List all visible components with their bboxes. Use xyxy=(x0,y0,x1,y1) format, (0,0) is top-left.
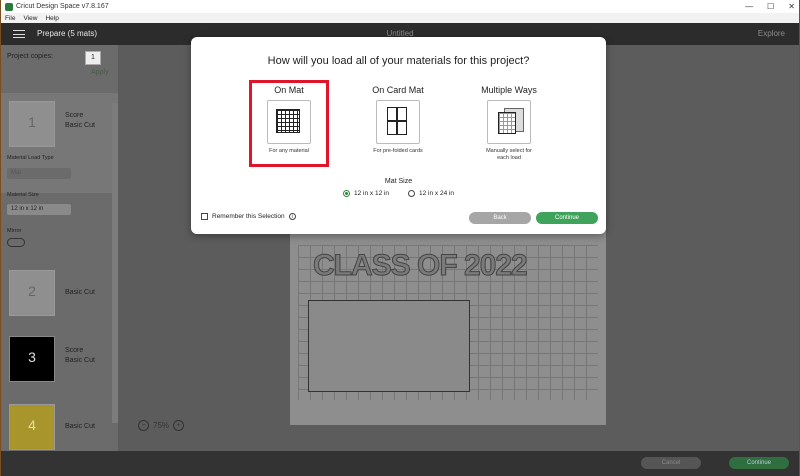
title-bar: Cricut Design Space v7.8.167 — ☐ ✕ xyxy=(1,0,799,13)
option-multiple-ways[interactable]: Multiple Ways Manually select for each l… xyxy=(459,85,559,162)
option-on-card-mat[interactable]: On Card Mat For pre-folded cards xyxy=(348,85,448,155)
card-mat-icon xyxy=(376,100,420,144)
mat-number: 1 xyxy=(28,114,36,130)
menu-bar: File View Help xyxy=(1,13,799,23)
checkbox-icon[interactable] xyxy=(201,213,208,220)
mat-thumbnail: 2 xyxy=(9,270,55,316)
menu-help[interactable]: Help xyxy=(45,15,58,22)
radio-12x12[interactable]: 12 in x 12 in xyxy=(343,190,389,197)
mirror-toggle[interactable] xyxy=(7,238,25,247)
window-title: Cricut Design Space v7.8.167 xyxy=(16,3,109,10)
material-size-label: Material Size xyxy=(7,192,39,198)
cricut-app-icon xyxy=(5,2,13,11)
radio-selected-icon xyxy=(343,190,350,197)
sidebar: Project copies: 1 Apply 1 Score Basic Cut… xyxy=(1,45,118,476)
remember-selection[interactable]: Remember this Selection i xyxy=(201,213,296,220)
mat-label: Basic Cut xyxy=(65,423,95,430)
back-button[interactable]: Back xyxy=(469,212,531,224)
load-materials-dialog: How will you load all of your materials … xyxy=(191,37,606,234)
project-copies-label: Project copies: xyxy=(7,53,53,60)
selection-highlight xyxy=(249,80,329,167)
menu-file[interactable]: File xyxy=(5,15,15,22)
mat-cut-rectangle xyxy=(308,300,470,392)
multiple-mats-icon xyxy=(487,100,531,144)
close-icon[interactable]: ✕ xyxy=(788,2,795,11)
zoom-in-icon[interactable]: + xyxy=(173,420,185,431)
material-load-select[interactable]: Mat xyxy=(7,168,71,179)
zoom-control: − 75% + xyxy=(138,420,185,431)
radio-12x24[interactable]: 12 in x 24 in xyxy=(408,190,454,197)
footer-continue-button[interactable]: Continue xyxy=(729,457,789,469)
mat-thumbnail: 1 xyxy=(9,101,55,147)
mat-label: Basic Cut xyxy=(65,289,95,296)
window-controls: — ☐ ✕ xyxy=(745,0,795,13)
mat-item-3[interactable]: 3 Score Basic Cut xyxy=(1,334,118,400)
mat-design-text: CLASS OF 2022 xyxy=(313,249,529,283)
mirror-label: Mirror xyxy=(7,228,22,234)
radio-unselected-icon xyxy=(408,190,415,197)
cancel-button[interactable]: Cancel xyxy=(641,457,701,469)
minimize-icon[interactable]: — xyxy=(745,2,753,11)
zoom-out-icon[interactable]: − xyxy=(138,420,149,431)
menu-view[interactable]: View xyxy=(23,15,37,22)
mat-thumbnail: 4 xyxy=(9,404,55,450)
material-size-select[interactable]: 12 in x 12 in xyxy=(7,204,71,215)
mat-thumbnail: 3 xyxy=(9,336,55,382)
explore-link[interactable]: Explore xyxy=(758,29,785,38)
material-load-type-label: Material Load Type xyxy=(7,155,54,161)
zoom-level: 75% xyxy=(153,421,170,430)
mat-size-label: Mat Size xyxy=(384,178,413,185)
dialog-title: How will you load all of your materials … xyxy=(267,55,530,67)
mat-label: Score Basic Cut xyxy=(65,112,95,129)
maximize-icon[interactable]: ☐ xyxy=(767,2,774,11)
bottom-bar: Cancel Continue xyxy=(1,451,799,476)
apply-button[interactable]: Apply xyxy=(91,69,109,76)
project-copies-input[interactable]: 1 xyxy=(85,51,101,65)
info-icon[interactable]: i xyxy=(288,213,296,220)
mat-label: Score Basic Cut xyxy=(65,347,95,364)
continue-button[interactable]: Continue xyxy=(536,212,598,224)
mat-item-2[interactable]: 2 Basic Cut xyxy=(1,260,118,334)
